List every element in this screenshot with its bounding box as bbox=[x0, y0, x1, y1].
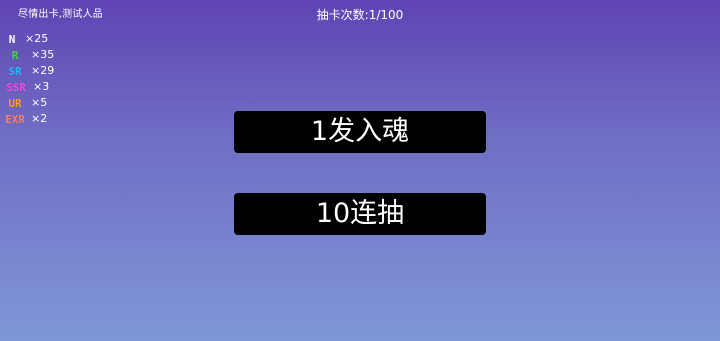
single-draw-button[interactable]: 1发入魂 bbox=[234, 111, 486, 153]
sr-rarity-icon: SR bbox=[8, 64, 22, 78]
rarity-row-sr: SR ×29 bbox=[4, 63, 104, 79]
rarity-row-n: N ×25 bbox=[4, 31, 104, 47]
rarity-row-r: R ×35 bbox=[4, 47, 104, 63]
rarity-row-ur: UR ×5 bbox=[4, 95, 104, 111]
rarity-count-exr: ×2 bbox=[31, 112, 48, 125]
rarity-count-n: ×25 bbox=[25, 32, 49, 45]
exr-rarity-icon: EXR bbox=[5, 112, 25, 126]
draw-count: 抽卡次数:1/100 bbox=[316, 8, 404, 22]
rarity-count-sr: ×29 bbox=[31, 64, 55, 77]
rarity-row-ssr: SSR ×3 bbox=[4, 79, 104, 95]
rarity-count-list: N ×25 R ×35 SR ×29 SSR ×3 UR ×5 EXR ×2 bbox=[4, 31, 104, 127]
ssr-rarity-icon: SSR bbox=[6, 80, 26, 94]
rarity-count-r: ×35 bbox=[31, 48, 55, 61]
rarity-count-ssr: ×3 bbox=[33, 80, 50, 93]
n-rarity-icon: N bbox=[8, 32, 16, 46]
rarity-row-exr: EXR ×2 bbox=[4, 111, 104, 127]
ur-rarity-icon: UR bbox=[8, 96, 22, 110]
rarity-count-ur: ×5 bbox=[31, 96, 48, 109]
r-rarity-icon: R bbox=[11, 48, 19, 62]
ten-draw-button[interactable]: 10连抽 bbox=[234, 193, 486, 235]
